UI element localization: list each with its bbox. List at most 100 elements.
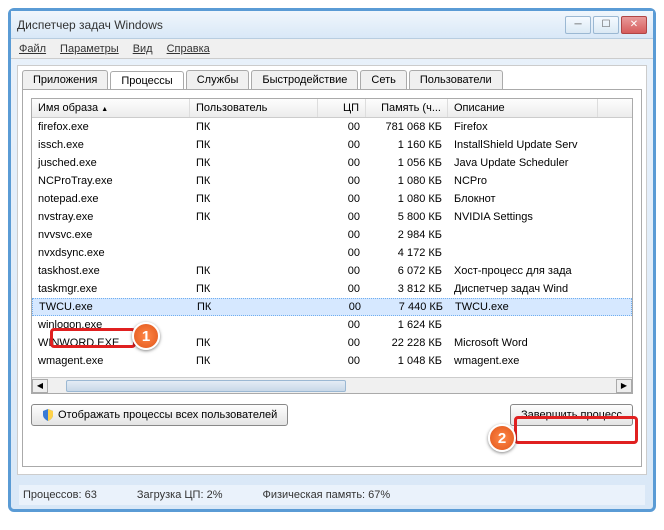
status-memory: Физическая память: 67% bbox=[262, 489, 390, 501]
cell-cpu: 00 bbox=[319, 301, 367, 313]
cell-memory: 7 440 КБ bbox=[367, 301, 449, 313]
tab-users[interactable]: Пользователи bbox=[409, 70, 503, 89]
cell-cpu: 00 bbox=[318, 211, 366, 223]
cell-image: nvvsvc.exe bbox=[32, 229, 190, 241]
cell-memory: 1 080 КБ bbox=[366, 175, 448, 187]
annotation-1: 1 bbox=[132, 322, 160, 350]
end-process-button[interactable]: Завершить процесс bbox=[510, 404, 633, 426]
tab-performance[interactable]: Быстродействие bbox=[251, 70, 358, 89]
cell-image: nvstray.exe bbox=[32, 211, 190, 223]
menu-file[interactable]: Файл bbox=[19, 43, 46, 55]
col-user[interactable]: Пользователь bbox=[190, 99, 318, 117]
cell-user: ПК bbox=[190, 283, 318, 295]
table-row[interactable]: nvstray.exeПК005 800 КБNVIDIA Settings bbox=[32, 208, 632, 226]
col-cpu[interactable]: ЦП bbox=[318, 99, 366, 117]
cell-memory: 1 080 КБ bbox=[366, 193, 448, 205]
table-row[interactable]: nvvsvc.exe 002 984 КБ bbox=[32, 226, 632, 244]
col-description[interactable]: Описание bbox=[448, 99, 598, 117]
cell-description: Хост-процесс для зада bbox=[448, 265, 598, 277]
cell-user: ПК bbox=[190, 265, 318, 277]
minimize-button[interactable]: ─ bbox=[565, 16, 591, 34]
cell-image: NCProTray.exe bbox=[32, 175, 190, 187]
tab-processes[interactable]: Процессы bbox=[110, 71, 183, 90]
cell-cpu: 00 bbox=[318, 355, 366, 367]
cell-memory: 5 800 КБ bbox=[366, 211, 448, 223]
maximize-button[interactable]: ☐ bbox=[593, 16, 619, 34]
close-button[interactable]: ✕ bbox=[621, 16, 647, 34]
tab-applications[interactable]: Приложения bbox=[22, 70, 108, 89]
table-row[interactable]: nvxdsync.exe004 172 КБ bbox=[32, 244, 632, 262]
statusbar: Процессов: 63 Загрузка ЦП: 2% Физическая… bbox=[19, 485, 645, 505]
cell-user: ПК bbox=[190, 121, 318, 133]
cell-description: Диспетчер задач Wind bbox=[448, 283, 598, 295]
cell-image: notepad.exe bbox=[32, 193, 190, 205]
cell-memory: 4 172 КБ bbox=[366, 247, 448, 259]
table-row[interactable]: jusched.exeПК001 056 КБJava Update Sched… bbox=[32, 154, 632, 172]
cell-cpu: 00 bbox=[318, 265, 366, 277]
cell-cpu: 00 bbox=[318, 229, 366, 241]
end-process-label: Завершить процесс bbox=[521, 409, 622, 421]
menu-options[interactable]: Параметры bbox=[60, 43, 119, 55]
tab-strip: Приложения Процессы Службы Быстродействи… bbox=[22, 70, 646, 89]
window-title: Диспетчер задач Windows bbox=[17, 18, 565, 32]
cell-cpu: 00 bbox=[318, 337, 366, 349]
cell-user: ПК bbox=[190, 157, 318, 169]
cell-description: Блокнот bbox=[448, 193, 598, 205]
cell-image: issch.exe bbox=[32, 139, 190, 151]
scroll-thumb[interactable] bbox=[66, 380, 346, 392]
tab-services[interactable]: Службы bbox=[186, 70, 250, 89]
status-cpu: Загрузка ЦП: 2% bbox=[137, 489, 223, 501]
cell-memory: 1 624 КБ bbox=[366, 319, 448, 331]
table-row[interactable]: taskmgr.exeПК003 812 КБДиспетчер задач W… bbox=[32, 280, 632, 298]
cell-user: ПК bbox=[191, 301, 319, 313]
cell-user: ПК bbox=[190, 355, 318, 367]
cell-image: winlogon.exe bbox=[32, 319, 190, 331]
cell-description: Firefox bbox=[448, 121, 598, 133]
status-processes: Процессов: 63 bbox=[23, 489, 97, 501]
table-row[interactable]: firefox.exeПК00781 068 КБFirefox bbox=[32, 118, 632, 136]
show-all-users-button[interactable]: Отображать процессы всех пользователей bbox=[31, 404, 288, 426]
cell-cpu: 00 bbox=[318, 121, 366, 133]
cell-memory: 1 048 КБ bbox=[366, 355, 448, 367]
table-row[interactable]: NCProTray.exeПК001 080 КБNCPro bbox=[32, 172, 632, 190]
cell-image: firefox.exe bbox=[32, 121, 190, 133]
horizontal-scrollbar[interactable]: ◀ ▶ bbox=[32, 377, 632, 393]
cell-user: ПК bbox=[190, 337, 318, 349]
cell-image: nvxdsync.exe bbox=[32, 247, 190, 259]
cell-memory: 1 160 КБ bbox=[366, 139, 448, 151]
cell-cpu: 00 bbox=[318, 319, 366, 331]
cell-user: ПК bbox=[190, 139, 318, 151]
cell-description: NCPro bbox=[448, 175, 598, 187]
cell-memory: 6 072 КБ bbox=[366, 265, 448, 277]
cell-cpu: 00 bbox=[318, 157, 366, 169]
table-row[interactable]: TWCU.exeПК007 440 КБTWCU.exe bbox=[32, 298, 632, 316]
table-row[interactable]: issch.exeПК001 160 КБInstallShield Updat… bbox=[32, 136, 632, 154]
table-row[interactable]: wmagent.exeПК001 048 КБwmagent.exe bbox=[32, 352, 632, 370]
titlebar: Диспетчер задач Windows ─ ☐ ✕ bbox=[11, 11, 653, 39]
menubar: Файл Параметры Вид Справка bbox=[11, 39, 653, 59]
cell-image: taskhost.exe bbox=[32, 265, 190, 277]
cell-description: NVIDIA Settings bbox=[448, 211, 598, 223]
scroll-right-icon[interactable]: ▶ bbox=[616, 379, 632, 393]
table-row[interactable]: taskhost.exeПК006 072 КБХост-процесс для… bbox=[32, 262, 632, 280]
process-list[interactable]: Имя образа▲ Пользователь ЦП Память (ч...… bbox=[31, 98, 633, 394]
cell-user: ПК bbox=[190, 193, 318, 205]
annotation-2: 2 bbox=[488, 424, 516, 452]
cell-image: TWCU.exe bbox=[33, 301, 191, 313]
col-image[interactable]: Имя образа▲ bbox=[32, 99, 190, 117]
table-row[interactable]: notepad.exeПК001 080 КББлокнот bbox=[32, 190, 632, 208]
cell-cpu: 00 bbox=[318, 193, 366, 205]
table-row[interactable]: winlogon.exe 001 624 КБ bbox=[32, 316, 632, 334]
scroll-left-icon[interactable]: ◀ bbox=[32, 379, 48, 393]
table-row[interactable]: WINWORD.EXEПК0022 228 КБMicrosoft Word bbox=[32, 334, 632, 352]
cell-image: wmagent.exe bbox=[32, 355, 190, 367]
show-all-users-label: Отображать процессы всех пользователей bbox=[58, 409, 277, 421]
menu-view[interactable]: Вид bbox=[133, 43, 153, 55]
col-memory[interactable]: Память (ч... bbox=[366, 99, 448, 117]
cell-image: taskmgr.exe bbox=[32, 283, 190, 295]
cell-memory: 2 984 КБ bbox=[366, 229, 448, 241]
cell-memory: 781 068 КБ bbox=[366, 121, 448, 133]
menu-help[interactable]: Справка bbox=[167, 43, 210, 55]
tab-networking[interactable]: Сеть bbox=[360, 70, 406, 89]
cell-description: TWCU.exe bbox=[449, 301, 599, 313]
